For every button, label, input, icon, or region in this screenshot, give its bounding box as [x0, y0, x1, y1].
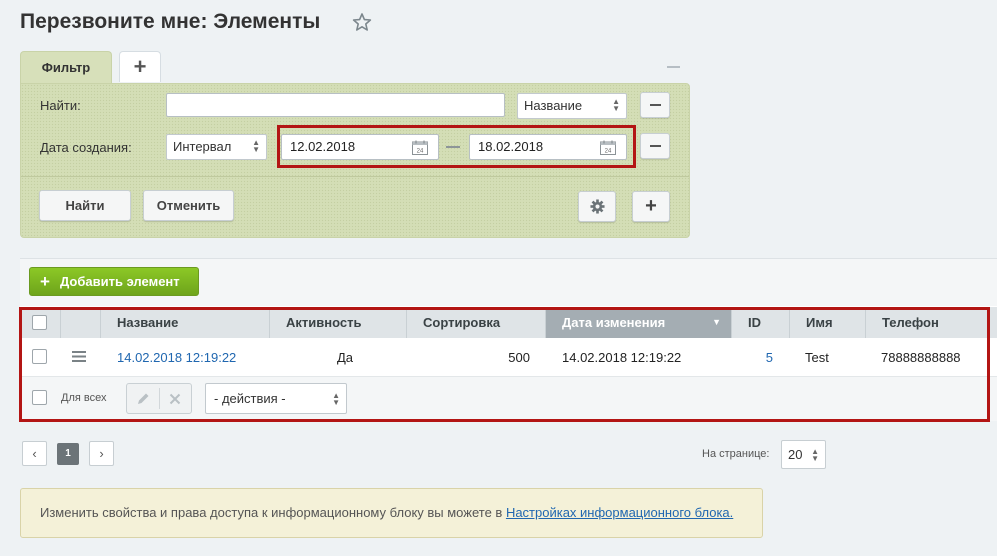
add-element-label: Добавить элемент: [60, 274, 180, 289]
date-to-value: 18.02.2018: [478, 139, 544, 154]
find-input[interactable]: [166, 93, 505, 117]
add-element-button[interactable]: + Добавить элемент: [29, 267, 199, 296]
add-filter-tab-button[interactable]: +: [119, 51, 161, 82]
gear-icon: [590, 199, 605, 214]
calendar-day-label: 24: [605, 149, 612, 155]
star-icon[interactable]: [352, 12, 372, 32]
notice-text: Изменить свойства и права доступа к инфо…: [40, 505, 506, 520]
per-page-select[interactable]: 20 ▲ ▼: [781, 440, 826, 469]
remove-find-field-button[interactable]: [640, 92, 670, 118]
filter-divider: [21, 176, 689, 177]
date-from-input[interactable]: 12.02.2018 24: [281, 134, 439, 160]
find-field-select[interactable]: Название ▲ ▼: [517, 93, 627, 119]
prev-page-button[interactable]: ‹: [22, 441, 47, 466]
add-filter-field-button[interactable]: +: [632, 191, 670, 222]
filter-settings-button[interactable]: [578, 191, 616, 222]
select-arrows-icon: ▲ ▼: [252, 138, 260, 154]
page-title: Перезвоните мне: Элементы: [20, 10, 321, 33]
per-page-value: 20: [788, 447, 803, 462]
calendar-icon[interactable]: 24: [600, 140, 616, 155]
minus-icon: [650, 104, 661, 106]
find-label: Найти:: [40, 98, 81, 113]
next-page-button[interactable]: ›: [89, 441, 114, 466]
calendar-icon[interactable]: 24: [412, 140, 428, 155]
plus-icon: +: [40, 272, 50, 291]
iblock-settings-link[interactable]: Настройках информационного блока.: [506, 505, 733, 520]
remove-date-field-button[interactable]: [640, 133, 670, 159]
find-field-select-value: Название: [524, 98, 583, 113]
select-arrows-icon: ▲ ▼: [811, 447, 819, 463]
minimize-filter-icon[interactable]: [667, 66, 680, 68]
minus-icon: [650, 145, 661, 147]
date-created-label: Дата создания:: [40, 140, 132, 155]
tab-filter[interactable]: Фильтр: [20, 51, 112, 84]
search-button[interactable]: Найти: [39, 190, 131, 221]
info-notice: Изменить свойства и права доступа к инфо…: [20, 488, 763, 538]
current-page[interactable]: 1: [57, 443, 79, 465]
cancel-button[interactable]: Отменить: [143, 190, 234, 221]
calendar-day-label: 24: [417, 149, 424, 155]
date-from-value: 12.02.2018: [290, 139, 356, 154]
date-mode-select-value: Интервал: [173, 139, 232, 154]
per-page-label: На странице:: [702, 448, 770, 460]
date-to-input[interactable]: 18.02.2018 24: [469, 134, 627, 160]
select-arrows-icon: ▲ ▼: [612, 97, 620, 113]
grid-highlight: [19, 307, 990, 422]
date-range-dash: [446, 146, 460, 148]
date-mode-select[interactable]: Интервал ▲ ▼: [166, 134, 267, 160]
